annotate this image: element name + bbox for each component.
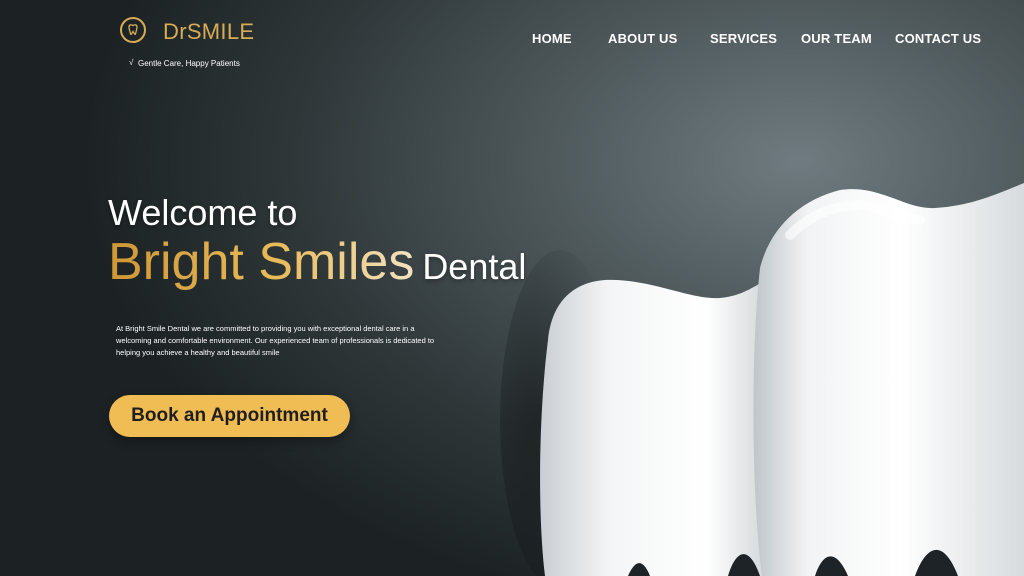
hero-headline-white: Dental [422,246,527,287]
hero-welcome: Welcome to [108,192,298,233]
hero-headline-gold: Bright Smiles [108,233,415,291]
hero-headline: Bright Smiles Dental [108,232,526,292]
hero-description: At Bright Smile Dental we are committed … [116,324,435,357]
book-appointment-button[interactable]: Book an Appointment [109,395,350,437]
